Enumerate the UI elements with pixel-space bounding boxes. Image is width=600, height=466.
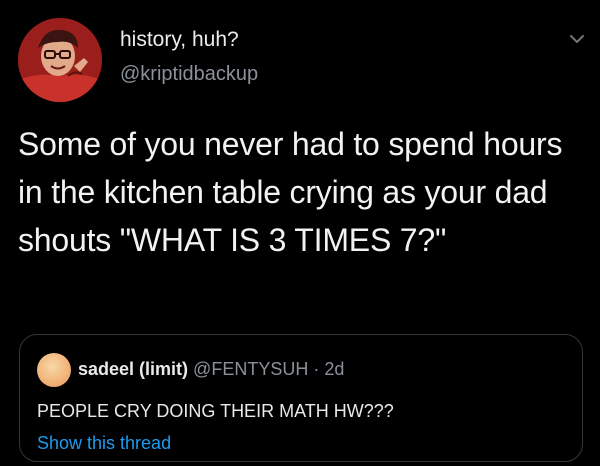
author-handle[interactable]: @kriptidbackup	[120, 61, 258, 87]
tweet-header: history, huh? @kriptidbackup	[18, 18, 588, 102]
author-names: history, huh? @kriptidbackup	[120, 27, 258, 87]
quoted-tweet-meta: sadeel (limit) @FENTYSUH · 2d	[78, 357, 344, 381]
meta-separator: ·	[313, 359, 320, 379]
tweet: history, huh? @kriptidbackup Some of you…	[0, 0, 600, 466]
quoted-author-name[interactable]: sadeel (limit)	[78, 359, 188, 379]
author-display-name[interactable]: history, huh?	[120, 27, 258, 53]
quoted-tweet[interactable]: sadeel (limit) @FENTYSUH · 2d PEOPLE CRY…	[19, 334, 583, 462]
author-avatar-image	[18, 18, 102, 102]
quoted-tweet-text: PEOPLE CRY DOING THEIR MATH HW???	[37, 401, 394, 421]
quoted-timestamp[interactable]: 2d	[324, 359, 344, 379]
quoted-author-handle[interactable]: @FENTYSUH	[193, 359, 308, 379]
chevron-down-icon[interactable]	[568, 32, 586, 46]
quoted-author-avatar[interactable]	[37, 353, 71, 387]
author-avatar[interactable]	[18, 18, 102, 102]
tweet-text: Some of you never had to spend hours in …	[18, 126, 563, 258]
show-thread-link[interactable]: Show this thread	[37, 431, 171, 455]
